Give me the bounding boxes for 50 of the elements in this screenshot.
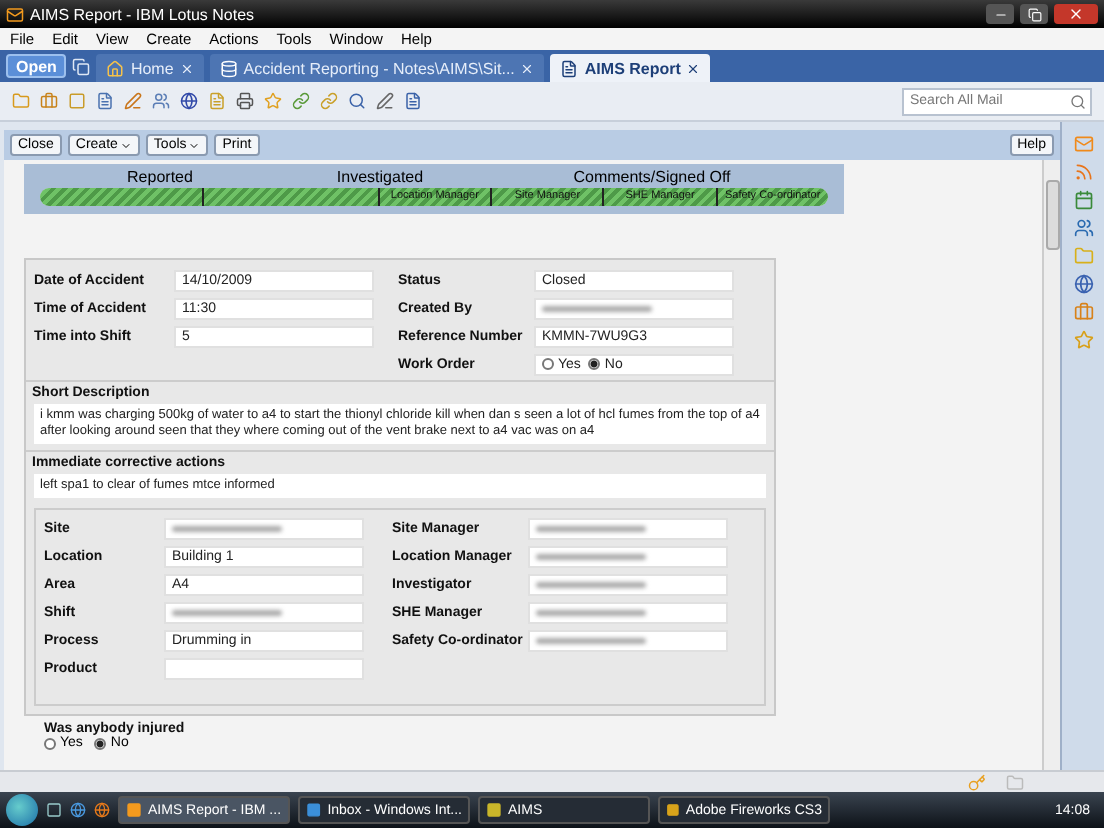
tab-label: AIMS Report — [584, 59, 681, 77]
app-icon — [306, 802, 322, 818]
restore-button[interactable] — [1020, 4, 1048, 24]
globe-icon[interactable] — [1073, 274, 1093, 294]
contacts-icon[interactable] — [1073, 218, 1093, 238]
globe-icon[interactable] — [94, 802, 110, 818]
database-icon — [219, 59, 238, 77]
list-icon[interactable] — [96, 92, 114, 110]
tab-label: Accident Reporting - Notes\AIMS\Sit... — [243, 59, 515, 77]
tab-label: Home — [130, 59, 174, 77]
key-icon — [968, 773, 986, 791]
document-icon — [560, 59, 579, 77]
folder-icon[interactable] — [12, 92, 30, 110]
rss-icon[interactable] — [1073, 162, 1093, 182]
stage-label: Reported — [125, 168, 195, 188]
edit-icon[interactable] — [376, 92, 394, 110]
tab[interactable]: Home — [96, 54, 204, 82]
calendar-icon[interactable] — [1073, 190, 1093, 210]
minimize-button[interactable] — [986, 4, 1014, 24]
home-icon — [106, 59, 125, 77]
print-icon[interactable] — [236, 92, 254, 110]
app-icon — [486, 802, 502, 818]
globe-icon[interactable] — [70, 802, 86, 818]
restore-icon — [1027, 7, 1041, 21]
document-icon[interactable] — [404, 92, 422, 110]
window-title: AIMS Report - IBM Lotus Notes — [30, 5, 257, 23]
briefcase-icon[interactable] — [1073, 302, 1093, 322]
link-icon[interactable] — [320, 92, 338, 110]
windows-icon — [72, 58, 91, 76]
link-icon[interactable] — [292, 92, 310, 110]
folder-icon — [1006, 773, 1024, 791]
star-icon[interactable] — [264, 92, 282, 110]
stage-label: Comments/Signed Off — [571, 168, 733, 188]
stage-label: Investigated — [334, 168, 426, 188]
star-icon[interactable] — [1073, 330, 1093, 350]
tab[interactable]: Accident Reporting - Notes\AIMS\Sit... — [209, 54, 545, 82]
globe-icon[interactable] — [180, 92, 198, 110]
start-button[interactable] — [6, 794, 38, 826]
app-icon — [126, 802, 142, 818]
app-icon — [6, 5, 24, 23]
close-icon[interactable] — [686, 61, 701, 75]
briefcase-icon[interactable] — [40, 92, 58, 110]
search-icon[interactable] — [348, 92, 366, 110]
tab[interactable]: AIMS Report — [550, 54, 711, 82]
app-icon — [666, 802, 680, 818]
users-icon[interactable] — [152, 92, 170, 110]
close-icon — [1068, 6, 1084, 22]
search-icon[interactable] — [1070, 93, 1086, 109]
scrollbar[interactable] — [1042, 160, 1060, 770]
edit-icon[interactable] — [124, 92, 142, 110]
